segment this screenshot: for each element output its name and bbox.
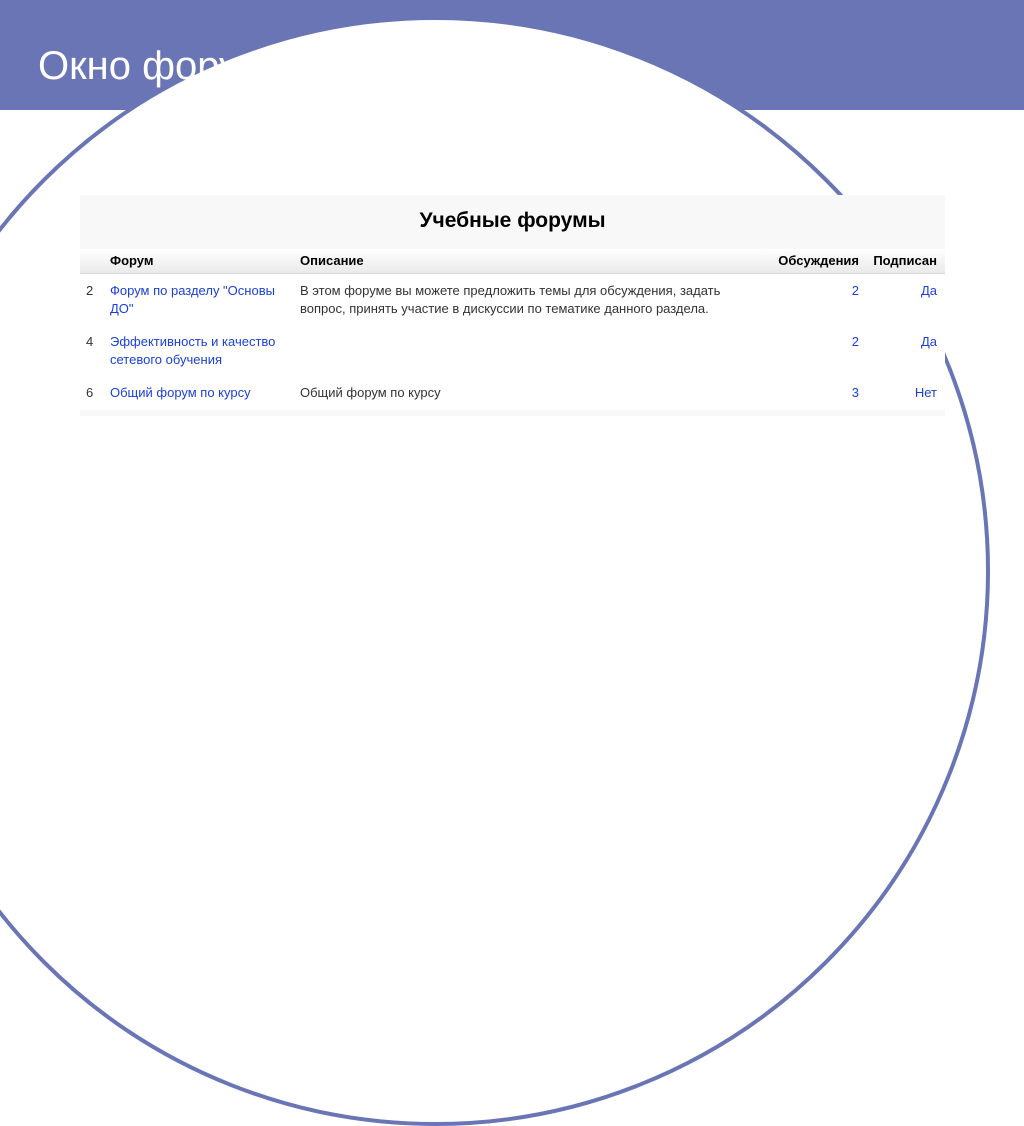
subscribed-link[interactable]: Да — [921, 334, 937, 349]
table-row: 2 Форум по разделу "Основы ДО" В этом фо… — [80, 274, 945, 326]
row-discussions: 2 — [765, 274, 865, 326]
row-discussions: 2 — [765, 325, 865, 376]
forum-link[interactable]: Эффективность и качество сетевого обучен… — [110, 334, 275, 367]
forum-link[interactable]: Форум по разделу "Основы ДО" — [110, 283, 275, 316]
table-bottom-shadow — [80, 410, 945, 416]
row-subscribed: Да — [865, 325, 945, 376]
discussions-link[interactable]: 3 — [852, 385, 859, 400]
col-forum-header: Форум — [104, 249, 294, 274]
row-subscribed: Нет — [865, 376, 945, 410]
row-forum: Общий форум по курсу — [104, 376, 294, 410]
content-heading: Учебные форумы — [80, 195, 945, 249]
row-description: В этом форуме вы можете предложить темы … — [294, 274, 765, 326]
table-header-row: Форум Описание Обсуждения Подписан — [80, 249, 945, 274]
col-number-header — [80, 249, 104, 274]
col-description-header: Описание — [294, 249, 765, 274]
row-subscribed: Да — [865, 274, 945, 326]
discussions-link[interactable]: 2 — [852, 334, 859, 349]
row-description — [294, 325, 765, 376]
discussions-link[interactable]: 2 — [852, 283, 859, 298]
slide-title: Окно форумов на курсе — [38, 44, 478, 89]
row-forum: Форум по разделу "Основы ДО" — [104, 274, 294, 326]
row-number: 2 — [80, 274, 104, 326]
content-panel: Учебные форумы Форум Описание Обсуждения… — [80, 195, 945, 416]
row-description: Общий форум по курсу — [294, 376, 765, 410]
circle-frame — [0, 16, 990, 1126]
row-forum: Эффективность и качество сетевого обучен… — [104, 325, 294, 376]
subscribed-link[interactable]: Да — [921, 283, 937, 298]
table-row: 6 Общий форум по курсу Общий форум по ку… — [80, 376, 945, 410]
col-discussions-header: Обсуждения — [765, 249, 865, 274]
row-discussions: 3 — [765, 376, 865, 410]
forum-link[interactable]: Общий форум по курсу — [110, 385, 251, 400]
forums-table: Форум Описание Обсуждения Подписан 2 Фор… — [80, 249, 945, 410]
row-number: 6 — [80, 376, 104, 410]
table-row: 4 Эффективность и качество сетевого обуч… — [80, 325, 945, 376]
col-subscribed-header: Подписан — [865, 249, 945, 274]
subscribed-link[interactable]: Нет — [915, 385, 937, 400]
row-number: 4 — [80, 325, 104, 376]
